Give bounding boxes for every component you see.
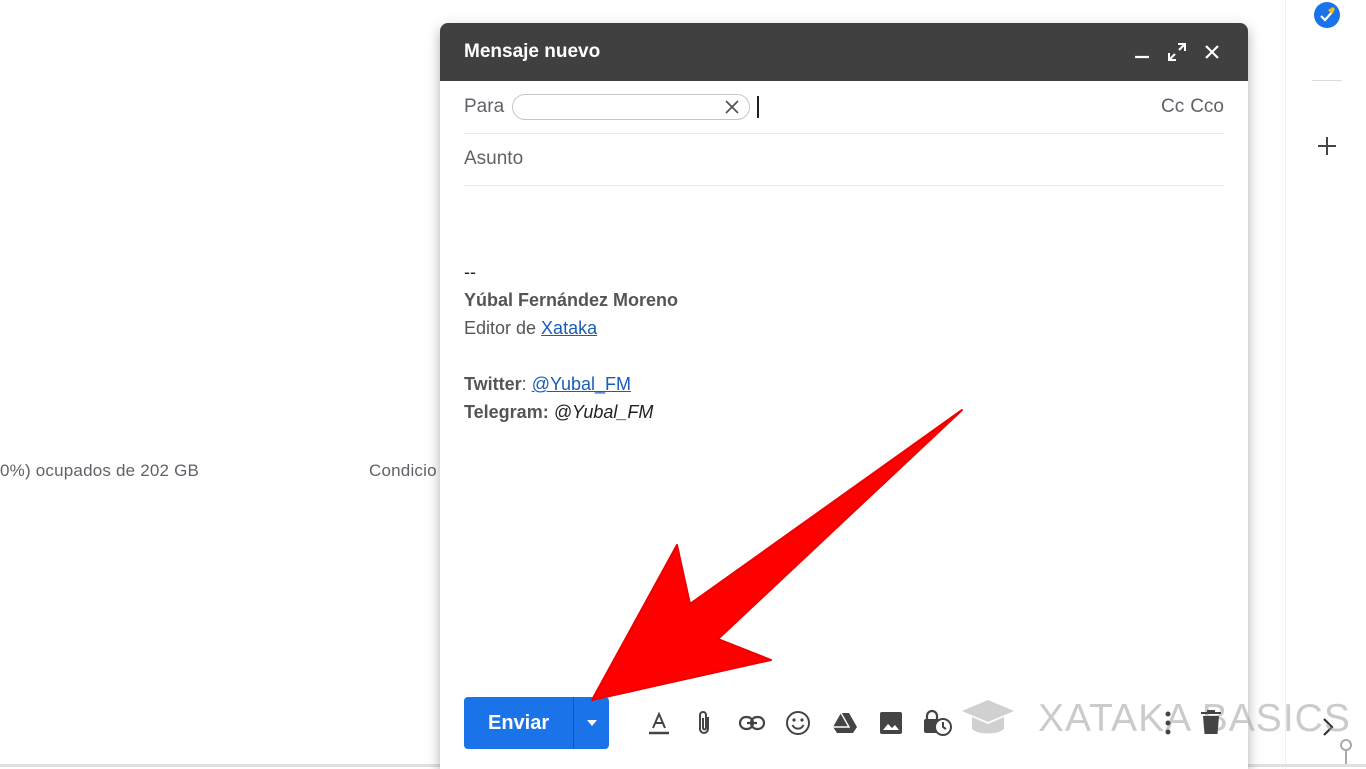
to-field-row: Para Cc Cco xyxy=(464,81,1224,134)
drive-icon[interactable] xyxy=(828,706,862,740)
terms-link[interactable]: Condicio xyxy=(369,461,437,481)
signature-telegram: Telegram: @Yubal_FM xyxy=(464,398,678,426)
watermark-text: XATAKA BASICS xyxy=(1038,697,1351,740)
xataka-link[interactable]: Xataka xyxy=(541,318,597,338)
subject-row[interactable]: Asunto xyxy=(464,133,1224,186)
twitter-label: Twitter xyxy=(464,374,522,394)
schedule-send-dropdown[interactable] xyxy=(574,697,609,749)
signature-role-prefix: Editor de xyxy=(464,318,542,338)
cc-link[interactable]: Cc xyxy=(1161,96,1184,117)
telegram-label: Telegram: xyxy=(464,402,549,422)
fullscreen-icon[interactable] xyxy=(1165,40,1189,64)
caret-down-icon xyxy=(586,720,597,726)
send-button-group: Enviar xyxy=(464,697,610,749)
plus-icon[interactable] xyxy=(1314,133,1340,159)
compose-title: Mensaje nuevo xyxy=(464,41,601,62)
to-input-cursor[interactable] xyxy=(757,96,760,118)
photo-icon[interactable] xyxy=(874,706,908,740)
minimize-icon[interactable] xyxy=(1130,40,1154,64)
right-side-panel xyxy=(1285,0,1366,769)
format-text-icon[interactable] xyxy=(642,706,676,740)
compose-header[interactable]: Mensaje nuevo xyxy=(440,23,1248,81)
send-button[interactable]: Enviar xyxy=(464,697,573,749)
subject-field[interactable]: Asunto xyxy=(464,148,523,170)
signature-separator: -- xyxy=(464,262,476,282)
cc-bcc-links: Cc Cco xyxy=(1155,96,1224,118)
link-icon[interactable] xyxy=(735,706,769,740)
tasks-icon[interactable] xyxy=(1312,0,1342,30)
bcc-link[interactable]: Cco xyxy=(1190,96,1224,117)
close-icon[interactable] xyxy=(1200,40,1224,64)
emoji-icon[interactable] xyxy=(781,706,815,740)
rail-divider xyxy=(1312,80,1342,81)
compose-toolbar: Enviar xyxy=(464,697,955,749)
twitter-sep: : xyxy=(521,374,532,394)
signature-name: Yúbal Fernández Moreno xyxy=(464,290,679,310)
storage-usage-text: 0%) ocupados de 202 GB xyxy=(0,461,200,480)
telegram-handle: @Yubal_FM xyxy=(553,402,654,422)
confidential-icon[interactable] xyxy=(921,706,955,740)
signature-twitter: Twitter: @Yubal_FM xyxy=(464,370,678,398)
remove-recipient-icon[interactable] xyxy=(723,98,741,121)
attach-icon[interactable] xyxy=(688,706,722,740)
to-label: Para xyxy=(464,96,505,117)
trash-icon[interactable] xyxy=(1198,706,1224,738)
compose-window: Mensaje nuevo Para Cc Cco Asunto -- Yúbal… xyxy=(440,23,1248,769)
signature-role: Editor de Xataka xyxy=(464,314,678,342)
twitter-link[interactable]: @Yubal_FM xyxy=(532,374,631,394)
more-options-icon[interactable] xyxy=(1158,707,1178,739)
graduation-cap-icon xyxy=(962,700,1014,734)
xataka-basics-watermark: XATAKA BASICS xyxy=(960,697,1351,741)
recipient-chip[interactable] xyxy=(512,94,751,121)
message-body[interactable]: -- Yúbal Fernández Moreno Editor de Xata… xyxy=(464,258,678,426)
